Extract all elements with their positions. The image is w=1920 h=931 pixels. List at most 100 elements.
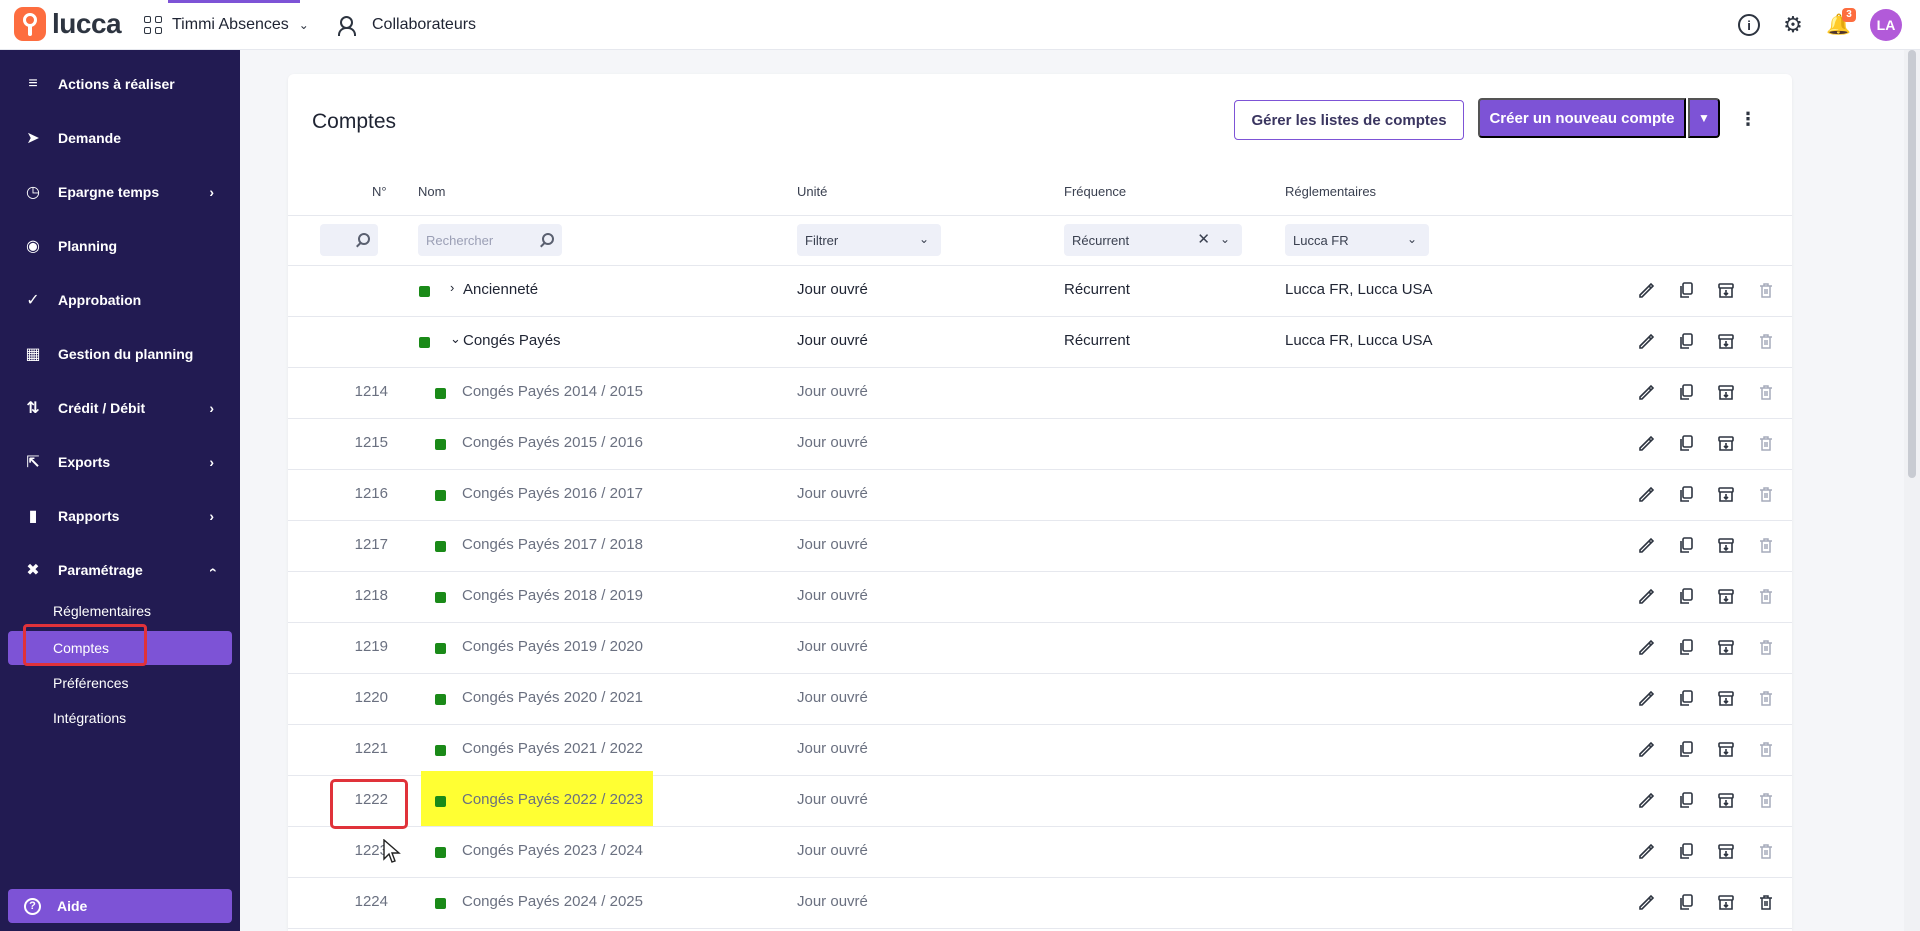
sidebar-item-actions[interactable]: ≡ Actions à réaliser — [0, 57, 240, 111]
archive-icon[interactable] — [1716, 790, 1736, 810]
row-name[interactable]: Congés Payés 2024 / 2025 — [462, 893, 643, 910]
manage-lists-button[interactable]: Gérer les listes de comptes — [1234, 100, 1464, 140]
copy-icon[interactable] — [1676, 892, 1696, 912]
trash-icon[interactable] — [1756, 433, 1776, 453]
column-name[interactable]: Nom — [418, 184, 445, 199]
sidebar-subitem-comptes[interactable]: Comptes — [8, 631, 232, 665]
edit-icon[interactable] — [1636, 637, 1656, 657]
copy-icon[interactable] — [1676, 739, 1696, 759]
edit-icon[interactable] — [1636, 841, 1656, 861]
copy-icon[interactable] — [1676, 382, 1696, 402]
copy-icon[interactable] — [1676, 688, 1696, 708]
app-switcher[interactable]: Timmi Absences ⌄ — [144, 0, 309, 50]
table-row[interactable]: ⌄ Congés Payés Jour ouvré Récurrent Lucca FR… — [288, 317, 1792, 368]
copy-icon[interactable] — [1676, 637, 1696, 657]
gear-icon[interactable]: ⚙ — [1782, 14, 1804, 36]
clear-icon[interactable]: ✕ — [1197, 230, 1210, 248]
row-name[interactable]: Congés Payés 2017 / 2018 — [462, 536, 643, 553]
trash-icon[interactable] — [1756, 382, 1776, 402]
trash-icon[interactable] — [1756, 892, 1776, 912]
table-row[interactable]: 1220 Congés Payés 2020 / 2021 Jour ouvré — [288, 674, 1792, 725]
table-row[interactable]: 1217 Congés Payés 2017 / 2018 Jour ouvré — [288, 521, 1792, 572]
row-name[interactable]: Congés Payés 2022 / 2023 — [462, 791, 643, 808]
archive-icon[interactable] — [1716, 586, 1736, 606]
create-options-dropdown[interactable]: ▼ — [1688, 98, 1720, 138]
collaborateurs-link[interactable]: Collaborateurs — [338, 0, 476, 50]
trash-icon[interactable] — [1756, 790, 1776, 810]
more-options-icon[interactable]: ⋮ — [1739, 104, 1757, 134]
sidebar-item-planning[interactable]: ◉ Planning — [0, 219, 240, 273]
sidebar-item-parametrage[interactable]: ✖ Paramétrage › — [0, 543, 240, 597]
edit-icon[interactable] — [1636, 382, 1656, 402]
trash-icon[interactable] — [1756, 688, 1776, 708]
help-button[interactable]: ? Aide — [8, 889, 232, 923]
create-account-button[interactable]: Créer un nouveau compte — [1478, 98, 1686, 138]
edit-icon[interactable] — [1636, 892, 1656, 912]
archive-icon[interactable] — [1716, 892, 1736, 912]
edit-icon[interactable] — [1636, 280, 1656, 300]
sidebar-item-exports[interactable]: ⇱ Exports › — [0, 435, 240, 489]
row-name[interactable]: Congés Payés — [463, 332, 561, 349]
row-name[interactable]: Congés Payés 2015 / 2016 — [462, 434, 643, 451]
row-name[interactable]: Congés Payés 2019 / 2020 — [462, 638, 643, 655]
sidebar-item-approbation[interactable]: ✓ Approbation — [0, 273, 240, 327]
edit-icon[interactable] — [1636, 586, 1656, 606]
copy-icon[interactable] — [1676, 535, 1696, 555]
table-row[interactable]: 1214 Congés Payés 2014 / 2015 Jour ouvré — [288, 368, 1792, 419]
column-regulations[interactable]: Réglementaires — [1285, 184, 1376, 199]
sidebar-subitem-reglementaires[interactable]: Réglementaires — [8, 594, 232, 628]
edit-icon[interactable] — [1636, 739, 1656, 759]
archive-icon[interactable] — [1716, 382, 1736, 402]
trash-icon[interactable] — [1756, 586, 1776, 606]
trash-icon[interactable] — [1756, 484, 1776, 504]
row-name[interactable]: Congés Payés 2021 / 2022 — [462, 740, 643, 757]
copy-icon[interactable] — [1676, 331, 1696, 351]
chevron-right-icon[interactable]: › — [450, 280, 454, 295]
sidebar-subitem-preferences[interactable]: Préférences — [8, 666, 232, 700]
archive-icon[interactable] — [1716, 637, 1736, 657]
row-name[interactable]: Congés Payés 2020 / 2021 — [462, 689, 643, 706]
row-name[interactable]: Congés Payés 2014 / 2015 — [462, 383, 643, 400]
copy-icon[interactable] — [1676, 484, 1696, 504]
archive-icon[interactable] — [1716, 331, 1736, 351]
edit-icon[interactable] — [1636, 688, 1656, 708]
sidebar-item-epargne-temps[interactable]: ◷ Epargne temps › — [0, 165, 240, 219]
chevron-down-icon[interactable]: ⌄ — [450, 331, 461, 347]
archive-icon[interactable] — [1716, 484, 1736, 504]
scrollbar-thumb[interactable] — [1908, 50, 1916, 478]
sidebar-subitem-integrations[interactable]: Intégrations — [8, 701, 232, 735]
archive-icon[interactable] — [1716, 535, 1736, 555]
sidebar-item-demande[interactable]: ➤ Demande — [0, 111, 240, 165]
table-row[interactable]: 1218 Congés Payés 2018 / 2019 Jour ouvré — [288, 572, 1792, 623]
trash-icon[interactable] — [1756, 280, 1776, 300]
table-row[interactable]: 1223 Congés Payés 2023 / 2024 Jour ouvré — [288, 827, 1792, 878]
sidebar-item-credit-debit[interactable]: ⇅ Crédit / Débit › — [0, 381, 240, 435]
row-name[interactable]: Ancienneté — [463, 281, 538, 298]
lucca-logo[interactable]: lucca — [14, 7, 122, 41]
trash-icon[interactable] — [1756, 739, 1776, 759]
table-row[interactable]: 1215 Congés Payés 2015 / 2016 Jour ouvré — [288, 419, 1792, 470]
archive-icon[interactable] — [1716, 841, 1736, 861]
trash-icon[interactable] — [1756, 637, 1776, 657]
sidebar-item-rapports[interactable]: ▮ Rapports › — [0, 489, 240, 543]
edit-icon[interactable] — [1636, 331, 1656, 351]
copy-icon[interactable] — [1676, 280, 1696, 300]
row-name[interactable]: Congés Payés 2016 / 2017 — [462, 485, 643, 502]
number-search-input[interactable] — [320, 224, 378, 256]
row-name[interactable]: Congés Payés 2018 / 2019 — [462, 587, 643, 604]
archive-icon[interactable] — [1716, 433, 1736, 453]
table-row[interactable]: 1221 Congés Payés 2021 / 2022 Jour ouvré — [288, 725, 1792, 776]
frequency-filter-select[interactable]: Récurrent ✕ ⌄ — [1064, 224, 1242, 256]
archive-icon[interactable] — [1716, 280, 1736, 300]
archive-icon[interactable] — [1716, 688, 1736, 708]
row-name[interactable]: Congés Payés 2023 / 2024 — [462, 842, 643, 859]
table-row[interactable]: 1222 Congés Payés 2022 / 2023 Jour ouvré — [288, 771, 1792, 829]
table-row[interactable]: 1224 Congés Payés 2024 / 2025 Jour ouvré — [288, 878, 1792, 929]
copy-icon[interactable] — [1676, 433, 1696, 453]
archive-icon[interactable] — [1716, 739, 1736, 759]
info-icon[interactable]: i — [1738, 14, 1760, 36]
edit-icon[interactable] — [1636, 790, 1656, 810]
table-row[interactable]: 1216 Congés Payés 2016 / 2017 Jour ouvré — [288, 470, 1792, 521]
name-search-input[interactable]: Rechercher — [418, 224, 562, 256]
copy-icon[interactable] — [1676, 841, 1696, 861]
